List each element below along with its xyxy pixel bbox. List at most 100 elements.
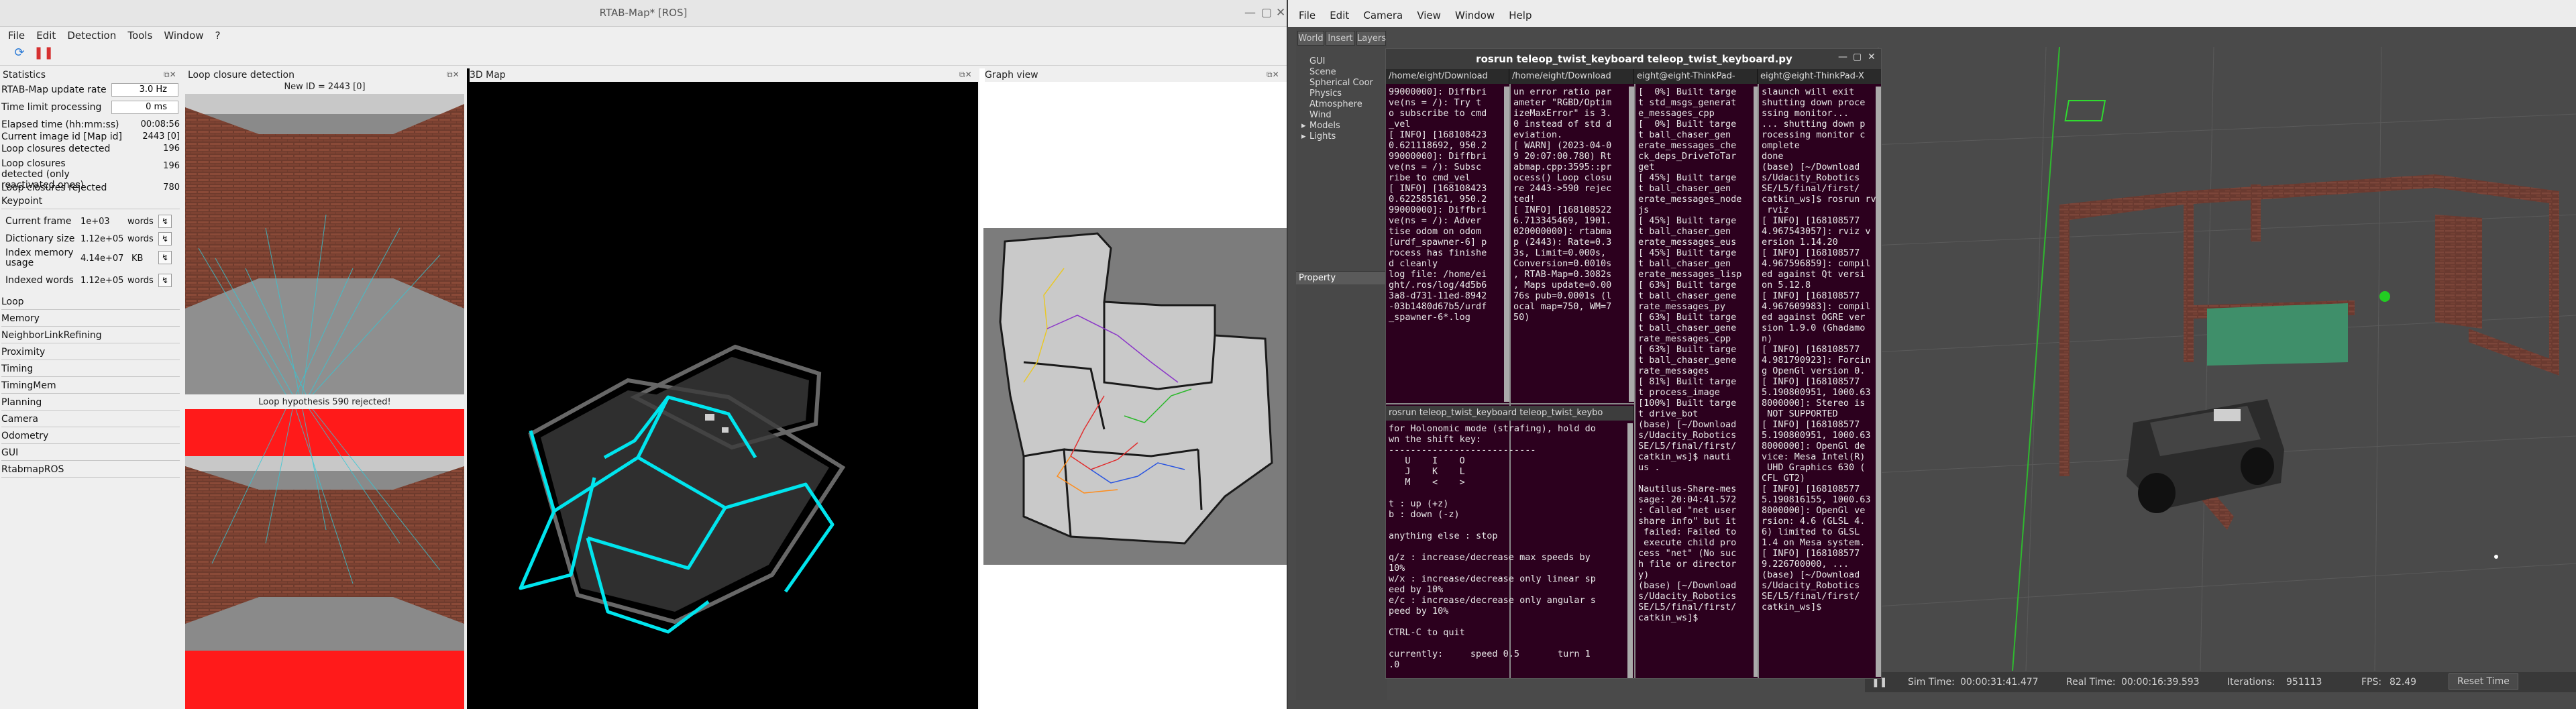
reset-time-button[interactable]: Reset Time bbox=[2449, 673, 2518, 690]
menu-window[interactable]: Window bbox=[164, 30, 203, 42]
scrollbar[interactable] bbox=[1629, 87, 1634, 402]
tab-world[interactable]: World bbox=[1297, 31, 1324, 46]
maximize-icon[interactable]: ▢ bbox=[1261, 6, 1272, 19]
gazebo-3d-scene[interactable] bbox=[1811, 47, 2576, 671]
section-memory[interactable]: Memory bbox=[1, 311, 180, 327]
tree-expand-icon[interactable]: ▸ bbox=[1301, 121, 1306, 131]
close-icon[interactable]: ✕ bbox=[1868, 52, 1876, 62]
dictionary-value: 1.12e+05 bbox=[80, 234, 124, 244]
scrollbar[interactable] bbox=[1876, 87, 1881, 677]
rtabmap-window: RTAB-Map* [ROS] — ▢ ✕ File Edit Detectio… bbox=[0, 0, 1287, 709]
section-gui[interactable]: GUI bbox=[1, 445, 180, 461]
pane-divider[interactable] bbox=[1634, 84, 1635, 678]
section-neighbor-link-refining[interactable]: NeighborLinkRefining bbox=[1, 327, 180, 343]
tree-lights[interactable]: Lights bbox=[1309, 131, 1336, 142]
pane-divider[interactable] bbox=[1386, 403, 1634, 404]
terminal-pane-1[interactable]: 99000000]: Diffbri ve(ns = /): Try t o s… bbox=[1389, 87, 1503, 402]
map-3d-panel[interactable]: 3D Map ⧉✕ bbox=[467, 68, 981, 709]
section-timing-mem[interactable]: TimingMem bbox=[1, 378, 180, 394]
lc-reactivated-value: 196 bbox=[163, 161, 180, 171]
tree-atmosphere[interactable]: Atmosphere bbox=[1309, 99, 1362, 109]
graph-view-panel[interactable]: Graph view ⧉✕ bbox=[979, 68, 1287, 709]
update-rate-spinbox[interactable]: 3.0 Hz bbox=[111, 83, 178, 97]
tree-wind[interactable]: Wind bbox=[1309, 110, 1332, 120]
gz-menu-camera[interactable]: Camera bbox=[1363, 9, 1403, 21]
robot-vehicle[interactable] bbox=[2127, 399, 2284, 513]
gz-menu-view[interactable]: View bbox=[1417, 9, 1441, 21]
panel-close-icon[interactable]: ⧉✕ bbox=[164, 70, 176, 80]
gz-menu-edit[interactable]: Edit bbox=[1330, 9, 1349, 21]
terminal-pane-5[interactable]: for Holonomic mode (strafing), hold do w… bbox=[1389, 423, 1627, 678]
time-limit-spinbox[interactable]: 0 ms bbox=[111, 101, 178, 114]
minimize-icon[interactable]: — bbox=[1838, 52, 1847, 62]
minimize-icon[interactable]: — bbox=[1244, 6, 1256, 19]
gz-menu-window[interactable]: Window bbox=[1455, 9, 1495, 21]
menu-file[interactable]: File bbox=[8, 30, 25, 42]
plot-icon[interactable]: ↯ bbox=[158, 251, 172, 264]
iterations-label: Iterations: bbox=[2227, 677, 2275, 688]
panel-title-3d-map: 3D Map bbox=[470, 68, 981, 82]
terminal-window: rosrun teleop_twist_keyboard teleop_twis… bbox=[1385, 48, 1882, 679]
new-id-label: New ID = 2443 [0] bbox=[284, 82, 366, 92]
terminal-tab[interactable]: /home/eight/Download bbox=[1386, 69, 1509, 84]
panel-close-icon[interactable]: ⧉✕ bbox=[959, 70, 972, 80]
tab-layers[interactable]: Layers bbox=[1356, 31, 1386, 46]
scrollbar[interactable] bbox=[1504, 87, 1509, 402]
elapsed-value: 00:08:56 bbox=[140, 119, 180, 129]
tree-physics[interactable]: Physics bbox=[1309, 89, 1342, 99]
section-planning[interactable]: Planning bbox=[1, 394, 180, 411]
panel-close-icon[interactable]: ⧉✕ bbox=[447, 70, 460, 80]
plot-icon[interactable]: ↯ bbox=[158, 232, 172, 246]
section-camera[interactable]: Camera bbox=[1, 411, 180, 427]
terminal-pane-2[interactable]: un error ratio par ameter "RGBD/Optim iz… bbox=[1513, 87, 1629, 402]
menu-edit[interactable]: Edit bbox=[36, 30, 56, 42]
section-timing[interactable]: Timing bbox=[1, 361, 180, 377]
terminal-tab[interactable]: /home/eight/Download bbox=[1509, 69, 1634, 84]
fps-value: 82.49 bbox=[2390, 677, 2417, 688]
current-frame-image bbox=[185, 94, 464, 394]
index-memory-label: Index memory usage bbox=[5, 248, 74, 268]
pause-icon[interactable]: ❚❚ bbox=[34, 46, 54, 60]
section-proximity[interactable]: Proximity bbox=[1, 344, 180, 360]
lc-detected-label: Loop closures detected bbox=[1, 144, 111, 154]
terminal-pane-3[interactable]: [ 0%] Built targe t std_msgs_generat e_m… bbox=[1638, 87, 1754, 677]
gz-menu-file[interactable]: File bbox=[1299, 9, 1316, 21]
rtabmap-toolbar: ⟳ ❚❚ bbox=[0, 43, 1287, 66]
panel-title-loop-closure: Loop closure detection bbox=[188, 70, 294, 80]
indexed-words-value: 1.12e+05 bbox=[80, 276, 124, 286]
section-loop[interactable]: Loop bbox=[1, 294, 180, 310]
index-memory-unit: KB bbox=[131, 254, 144, 264]
scrollbar[interactable] bbox=[1627, 423, 1633, 678]
current-frame-unit: words bbox=[127, 217, 154, 227]
menu-detection[interactable]: Detection bbox=[67, 30, 116, 42]
current-frame-value: 1e+03 bbox=[80, 217, 110, 227]
indexed-words-unit: words bbox=[127, 276, 154, 286]
close-icon[interactable]: ✕ bbox=[1276, 6, 1285, 19]
plot-icon[interactable]: ↯ bbox=[158, 215, 172, 228]
tree-scene[interactable]: Scene bbox=[1309, 67, 1336, 77]
time-limit-label: Time limit processing bbox=[1, 102, 102, 113]
tree-expand-icon[interactable]: ▸ bbox=[1301, 131, 1306, 142]
pane-divider[interactable] bbox=[1758, 84, 1759, 678]
tree-spherical-coordinates[interactable]: Spherical Coor bbox=[1309, 78, 1373, 88]
loop-closure-panel: Loop closure detection ⧉✕ New ID = 2443 … bbox=[184, 68, 466, 709]
section-keypoint[interactable]: Keypoint bbox=[1, 193, 180, 209]
maximize-icon[interactable]: ▢ bbox=[1853, 52, 1862, 62]
section-rtabmap-ros[interactable]: RtabmapROS bbox=[1, 461, 180, 478]
terminal-tab[interactable]: eight@eight-ThinkPad-X bbox=[1758, 69, 1881, 84]
plot-icon[interactable]: ↯ bbox=[158, 274, 172, 287]
tree-gui[interactable]: GUI bbox=[1309, 56, 1325, 66]
property-label: Property bbox=[1299, 273, 1336, 283]
panel-close-icon[interactable]: ⧉✕ bbox=[1267, 70, 1279, 80]
indexed-words-label: Indexed words bbox=[5, 275, 74, 286]
tree-models[interactable]: Models bbox=[1309, 121, 1340, 131]
gz-menu-help[interactable]: Help bbox=[1509, 9, 1532, 21]
terminal-pane-4[interactable]: slaunch will exit shutting down proce ss… bbox=[1762, 87, 1876, 677]
menu-help[interactable]: ? bbox=[215, 30, 221, 42]
terminal-pane-title[interactable]: rosrun teleop_twist_keyboard teleop_twis… bbox=[1386, 406, 1634, 421]
menu-tools[interactable]: Tools bbox=[127, 30, 152, 42]
section-odometry[interactable]: Odometry bbox=[1, 428, 180, 444]
tab-insert[interactable]: Insert bbox=[1326, 31, 1355, 46]
refresh-icon[interactable]: ⟳ bbox=[12, 46, 27, 60]
terminal-tab[interactable]: eight@eight-ThinkPad- bbox=[1634, 69, 1758, 84]
